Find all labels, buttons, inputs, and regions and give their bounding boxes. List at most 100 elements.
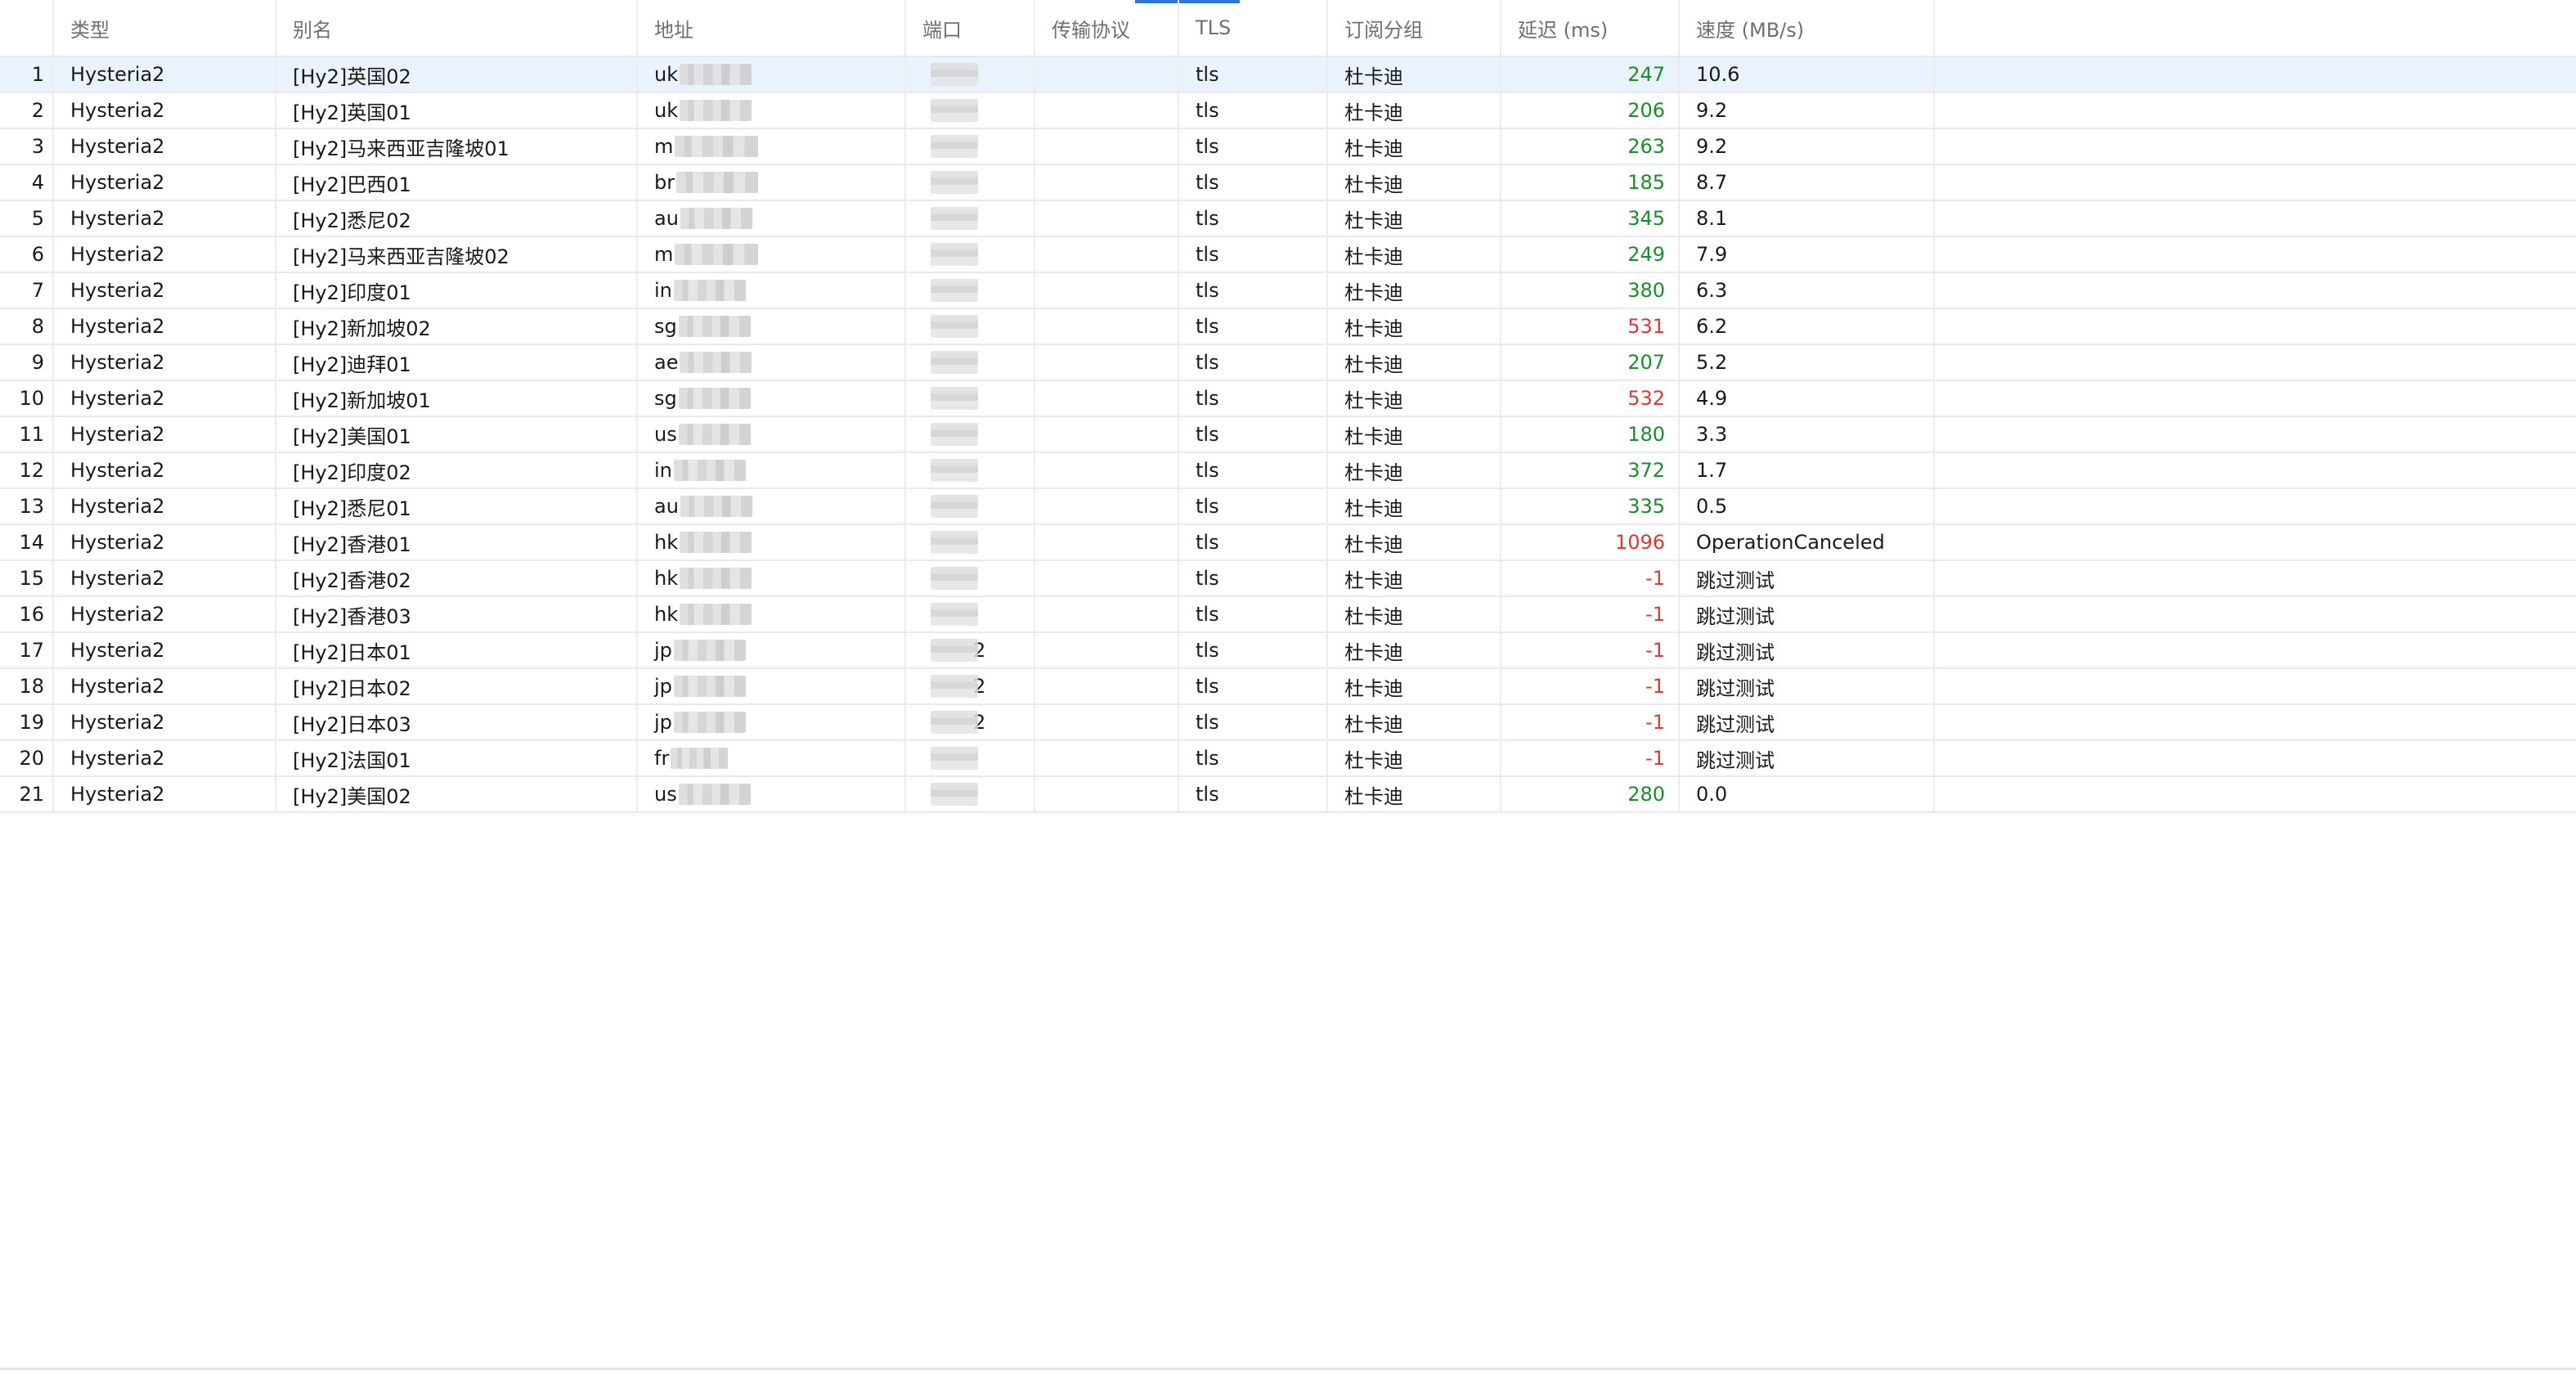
server-list-window: 类型 别名 地址 端口 传输协议 TLS 订阅分组 延迟 (ms) 速度 (MB… bbox=[0, 0, 2576, 1375]
cell-transport bbox=[1035, 597, 1179, 631]
cell-delay: 531 bbox=[1501, 309, 1680, 344]
cell-group-text: 杜卡迪 bbox=[1344, 532, 1403, 556]
address-redaction bbox=[680, 496, 752, 517]
cell-group-text: 杜卡迪 bbox=[1344, 640, 1403, 664]
cell-type: Hysteria2 bbox=[54, 741, 276, 775]
table-row[interactable]: 11 Hysteria2 [Hy2]美国01 us tls 杜卡迪 180 3.3 bbox=[0, 417, 2576, 453]
table-row[interactable]: 16 Hysteria2 [Hy2]香港03 hk tls 杜卡迪 -1 跳过测试 bbox=[0, 597, 2576, 633]
cell-speed: 10.6 bbox=[1680, 57, 1935, 92]
cell-type: Hysteria2 bbox=[54, 93, 276, 128]
cell-tls-text: tls bbox=[1196, 747, 1219, 770]
table-row[interactable]: 14 Hysteria2 [Hy2]香港01 hk tls 杜卡迪 1096 Operatio… bbox=[0, 525, 2576, 561]
cell-alias-text: [Hy2]英国02 bbox=[293, 65, 411, 88]
cell-delay-text: -1 bbox=[1645, 675, 1665, 698]
address-redaction bbox=[680, 352, 752, 373]
address-redaction bbox=[673, 640, 746, 661]
cell-port bbox=[906, 561, 1035, 595]
cell-tls-text: tls bbox=[1196, 423, 1219, 446]
table-row[interactable]: 1 Hysteria2 [Hy2]英国02 uk tls 杜卡迪 247 10.6 bbox=[0, 57, 2576, 93]
cell-alias-text: [Hy2]香港02 bbox=[293, 568, 411, 592]
cell-speed-text: 7.9 bbox=[1696, 243, 1728, 266]
port-redaction bbox=[931, 351, 978, 374]
row-index-text: 8 bbox=[31, 315, 44, 338]
table-row[interactable]: 13 Hysteria2 [Hy2]悉尼01 au tls 杜卡迪 335 0.5 bbox=[0, 489, 2576, 525]
table-row[interactable]: 21 Hysteria2 [Hy2]美国02 us tls 杜卡迪 280 0.0 bbox=[0, 777, 2576, 813]
cell-delay-text: 280 bbox=[1627, 783, 1665, 806]
table-row[interactable]: 9 Hysteria2 [Hy2]迪拜01 ae tls 杜卡迪 207 5.2 bbox=[0, 345, 2576, 381]
cell-speed-text: 8.7 bbox=[1696, 171, 1728, 194]
column-header-address[interactable]: 地址 bbox=[638, 0, 906, 56]
cell-type-text: Hysteria2 bbox=[70, 207, 165, 230]
table-row[interactable]: 17 Hysteria2 [Hy2]日本01 jp 2 tls 杜卡迪 -1 跳过测试 bbox=[0, 633, 2576, 669]
cell-filler bbox=[1935, 57, 2576, 92]
cell-address: br bbox=[638, 165, 906, 200]
row-index: 8 bbox=[0, 309, 54, 344]
cell-type-text: Hysteria2 bbox=[70, 783, 165, 806]
table-row[interactable]: 4 Hysteria2 [Hy2]巴西01 br tls 杜卡迪 185 8.7 bbox=[0, 165, 2576, 201]
table-row[interactable]: 15 Hysteria2 [Hy2]香港02 hk tls 杜卡迪 -1 跳过测试 bbox=[0, 561, 2576, 597]
cell-transport bbox=[1035, 489, 1179, 523]
cell-speed-text: 9.2 bbox=[1696, 135, 1728, 158]
masked-address: au bbox=[654, 489, 752, 523]
cell-delay: 263 bbox=[1501, 129, 1680, 164]
table-row[interactable]: 7 Hysteria2 [Hy2]印度01 in tls 杜卡迪 380 6.3 bbox=[0, 273, 2576, 309]
cell-delay-text: 185 bbox=[1627, 171, 1665, 194]
column-header-delay[interactable]: 延迟 (ms) bbox=[1501, 0, 1680, 56]
cell-delay-text: 263 bbox=[1627, 135, 1665, 158]
table-row[interactable]: 5 Hysteria2 [Hy2]悉尼02 au tls 杜卡迪 345 8.1 bbox=[0, 201, 2576, 237]
column-header-tls[interactable]: TLS bbox=[1179, 0, 1328, 56]
table-row[interactable]: 12 Hysteria2 [Hy2]印度02 in tls 杜卡迪 372 1.7 bbox=[0, 453, 2576, 489]
cell-type: Hysteria2 bbox=[54, 669, 276, 703]
cell-delay-text: 207 bbox=[1627, 351, 1665, 374]
table-row[interactable]: 20 Hysteria2 [Hy2]法国01 fr tls 杜卡迪 -1 跳过测试 bbox=[0, 741, 2576, 777]
cell-alias-text: [Hy2]新加坡02 bbox=[293, 317, 431, 340]
cell-tls: tls bbox=[1179, 129, 1328, 164]
table-row[interactable]: 2 Hysteria2 [Hy2]英国01 uk tls 杜卡迪 206 9.2 bbox=[0, 93, 2576, 129]
cell-type: Hysteria2 bbox=[54, 273, 276, 308]
table-row[interactable]: 6 Hysteria2 [Hy2]马来西亚吉隆坡02 m tls 杜卡迪 249 7.9 bbox=[0, 237, 2576, 273]
cell-address: ae bbox=[638, 345, 906, 380]
cell-filler bbox=[1935, 561, 2576, 595]
table-row[interactable]: 10 Hysteria2 [Hy2]新加坡01 sg tls 杜卡迪 532 4.9 bbox=[0, 381, 2576, 417]
cell-tls-text: tls bbox=[1196, 459, 1219, 482]
cell-type: Hysteria2 bbox=[54, 633, 276, 667]
cell-delay: -1 bbox=[1501, 561, 1680, 595]
port-redaction bbox=[931, 387, 978, 410]
cell-group: 杜卡迪 bbox=[1328, 453, 1501, 488]
column-header-alias[interactable]: 别名 bbox=[276, 0, 638, 56]
cell-delay: 380 bbox=[1501, 273, 1680, 308]
cell-alias-text: [Hy2]迪拜01 bbox=[293, 353, 411, 376]
cell-group-text: 杜卡迪 bbox=[1344, 568, 1403, 592]
cell-tls: tls bbox=[1179, 273, 1328, 308]
column-header-type[interactable]: 类型 bbox=[54, 0, 276, 56]
cell-type-text: Hysteria2 bbox=[70, 603, 165, 626]
table-row[interactable]: 8 Hysteria2 [Hy2]新加坡02 sg tls 杜卡迪 531 6.2 bbox=[0, 309, 2576, 345]
cell-group-text: 杜卡迪 bbox=[1344, 209, 1403, 232]
column-header-group[interactable]: 订阅分组 bbox=[1328, 0, 1501, 56]
cell-group-text: 杜卡迪 bbox=[1344, 497, 1403, 520]
cell-alias: [Hy2]香港02 bbox=[276, 561, 638, 595]
column-header-port[interactable]: 端口 bbox=[906, 0, 1035, 56]
cell-type-text: Hysteria2 bbox=[70, 135, 165, 158]
cell-tls-text: tls bbox=[1196, 675, 1219, 698]
cell-port bbox=[906, 453, 1035, 488]
table-row[interactable]: 19 Hysteria2 [Hy2]日本03 jp 2 tls 杜卡迪 -1 跳过测试 bbox=[0, 705, 2576, 741]
cell-delay: 532 bbox=[1501, 381, 1680, 416]
cell-speed: 9.2 bbox=[1680, 129, 1935, 164]
cell-delay-text: 249 bbox=[1627, 243, 1665, 266]
cell-transport bbox=[1035, 201, 1179, 236]
column-header-transport[interactable]: 传输协议 bbox=[1035, 0, 1179, 56]
cell-alias: [Hy2]悉尼02 bbox=[276, 201, 638, 236]
column-header-speed[interactable]: 速度 (MB/s) bbox=[1680, 0, 1935, 56]
table-row[interactable]: 3 Hysteria2 [Hy2]马来西亚吉隆坡01 m tls 杜卡迪 263 9.2 bbox=[0, 129, 2576, 165]
horizontal-scrollbar[interactable] bbox=[0, 1368, 2576, 1370]
cell-alias-text: [Hy2]日本02 bbox=[293, 676, 411, 700]
table-row[interactable]: 18 Hysteria2 [Hy2]日本02 jp 2 tls 杜卡迪 -1 跳过测试 bbox=[0, 669, 2576, 705]
cell-tls-text: tls bbox=[1196, 315, 1219, 338]
cell-transport bbox=[1035, 777, 1179, 811]
port-redaction bbox=[931, 603, 978, 626]
column-header-index[interactable] bbox=[0, 0, 54, 56]
masked-address: sg bbox=[654, 309, 751, 344]
address-redaction bbox=[676, 172, 759, 193]
cell-alias-text: [Hy2]香港01 bbox=[293, 532, 411, 556]
